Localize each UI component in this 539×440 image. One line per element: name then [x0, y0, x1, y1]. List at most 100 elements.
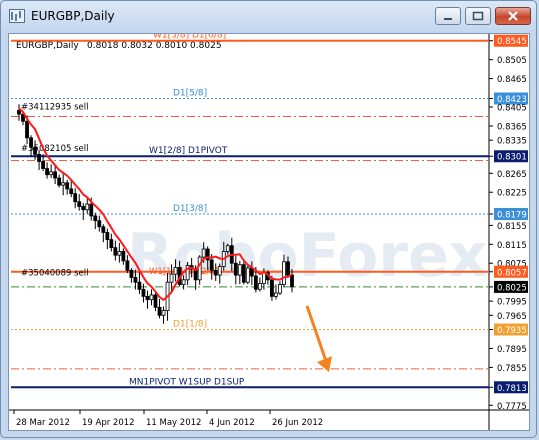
candle-body [261, 272, 266, 284]
time-label: 26 Jun 2012 [272, 418, 323, 428]
price-label: 0.8265 [497, 170, 527, 180]
candle-body [241, 264, 246, 283]
minimize-button[interactable] [435, 7, 461, 25]
chart-app-icon [9, 9, 25, 23]
candle-body [217, 266, 222, 276]
minimize-icon [444, 18, 452, 20]
window-title: EURGBP,Daily [31, 9, 115, 23]
candle-body [157, 306, 162, 316]
time-label: 11 May 2012 [146, 418, 201, 428]
level-label: MN1PIVOT W1SUP D1SUP [129, 377, 245, 387]
level-label: D1[3/8] [173, 204, 207, 214]
candle-body [290, 274, 294, 288]
candle-body [53, 171, 58, 179]
candle-body [17, 109, 21, 115]
price-label: 0.8335 [497, 137, 527, 147]
candle-body [45, 168, 50, 176]
candle-body [201, 248, 206, 258]
candle-body [213, 269, 218, 276]
candle-body [69, 188, 74, 195]
candle-body [129, 269, 134, 278]
level-label: D1[1/8] [173, 320, 207, 330]
candle-body [73, 193, 78, 203]
price-label: 0.7775 [497, 402, 527, 412]
candle-body [153, 294, 158, 308]
candle-body [113, 247, 118, 256]
candle-body [149, 294, 154, 301]
order-label: #35040089 sell [21, 268, 88, 278]
candle-body [77, 201, 82, 207]
candle-body [282, 261, 286, 285]
price-label: 0.7935 [497, 326, 527, 336]
time-label: 19 Apr 2012 [82, 418, 135, 428]
chart-symbol-label: EURGBP,Daily [16, 41, 79, 51]
candle-body [125, 260, 130, 271]
chart-window: EURGBP,Daily RoboForex EURGBP,Daily 0.8018… [0, 0, 537, 438]
candle-body [41, 161, 45, 169]
price-label: 0.8505 [497, 56, 527, 66]
candle-body [278, 284, 282, 294]
candle-body [270, 279, 274, 297]
candle-body [245, 267, 250, 283]
candle-body [286, 261, 290, 276]
candle-body [109, 239, 114, 249]
candle-body [57, 177, 62, 186]
candle-body [137, 281, 142, 290]
price-label: 0.7995 [497, 298, 527, 308]
price-label: 0.8405 [497, 104, 527, 114]
price-label: 0.8179 [497, 211, 527, 221]
candle-body [121, 251, 126, 262]
candle-body [169, 273, 174, 283]
price-label: 0.7855 [497, 364, 527, 374]
candle-body [81, 206, 86, 211]
price-label: 0.8025 [497, 283, 527, 293]
candle-body [233, 262, 238, 276]
order-label: #34112935 sell [21, 103, 88, 113]
price-chart[interactable]: RoboForexEURGBP,Daily 0.8018 0.8032 0.801… [9, 31, 529, 430]
level-label: W1[3/8] D1[6/8] [153, 34, 226, 41]
price-label: 0.8465 [497, 75, 527, 85]
price-label: 0.8115 [497, 241, 527, 251]
candle-body [161, 310, 166, 316]
time-label: 4 Jun 2012 [209, 418, 255, 428]
restore-icon [472, 11, 484, 21]
candle-body [65, 182, 70, 190]
candle-body [253, 275, 258, 290]
candle-body [237, 264, 242, 276]
candle-body [37, 153, 41, 162]
candle-body [173, 267, 178, 275]
candle-body [105, 232, 110, 240]
price-label: 0.8545 [497, 37, 527, 47]
candle-body [274, 292, 278, 297]
candle-body [117, 251, 122, 256]
candle-body [97, 220, 102, 228]
price-label: 0.8057 [497, 268, 527, 278]
time-label: 28 Mar 2012 [16, 418, 70, 428]
price-label: 0.8225 [497, 189, 527, 199]
candle-body [93, 215, 98, 222]
candle-body [49, 171, 54, 176]
candle-body [89, 203, 94, 217]
price-label: 0.8365 [497, 122, 527, 132]
restore-button[interactable] [465, 7, 491, 25]
price-label: 0.7965 [497, 312, 527, 322]
price-label: 0.7895 [497, 345, 527, 355]
forecast-arrow-shaft [305, 305, 329, 365]
candle-body [85, 203, 90, 211]
candle-body [133, 277, 138, 283]
candle-body [29, 137, 33, 148]
candle-body [25, 120, 29, 139]
price-label: 0.8301 [497, 153, 527, 163]
chart-area[interactable]: RoboForex EURGBP,Daily 0.8018 0.8032 0.801… [8, 31, 530, 431]
candle-body [33, 146, 37, 155]
candle-body [197, 256, 202, 281]
candle-body [141, 288, 146, 297]
close-button[interactable] [495, 7, 531, 25]
candle-body [209, 259, 214, 271]
candle-body [101, 226, 106, 233]
candle-body [225, 245, 230, 252]
level-label: W1[2/8] D1PIVOT [149, 146, 228, 156]
title-bar[interactable]: EURGBP,Daily [1, 1, 536, 31]
candle-body [61, 182, 66, 186]
price-label: 0.8155 [497, 222, 527, 232]
